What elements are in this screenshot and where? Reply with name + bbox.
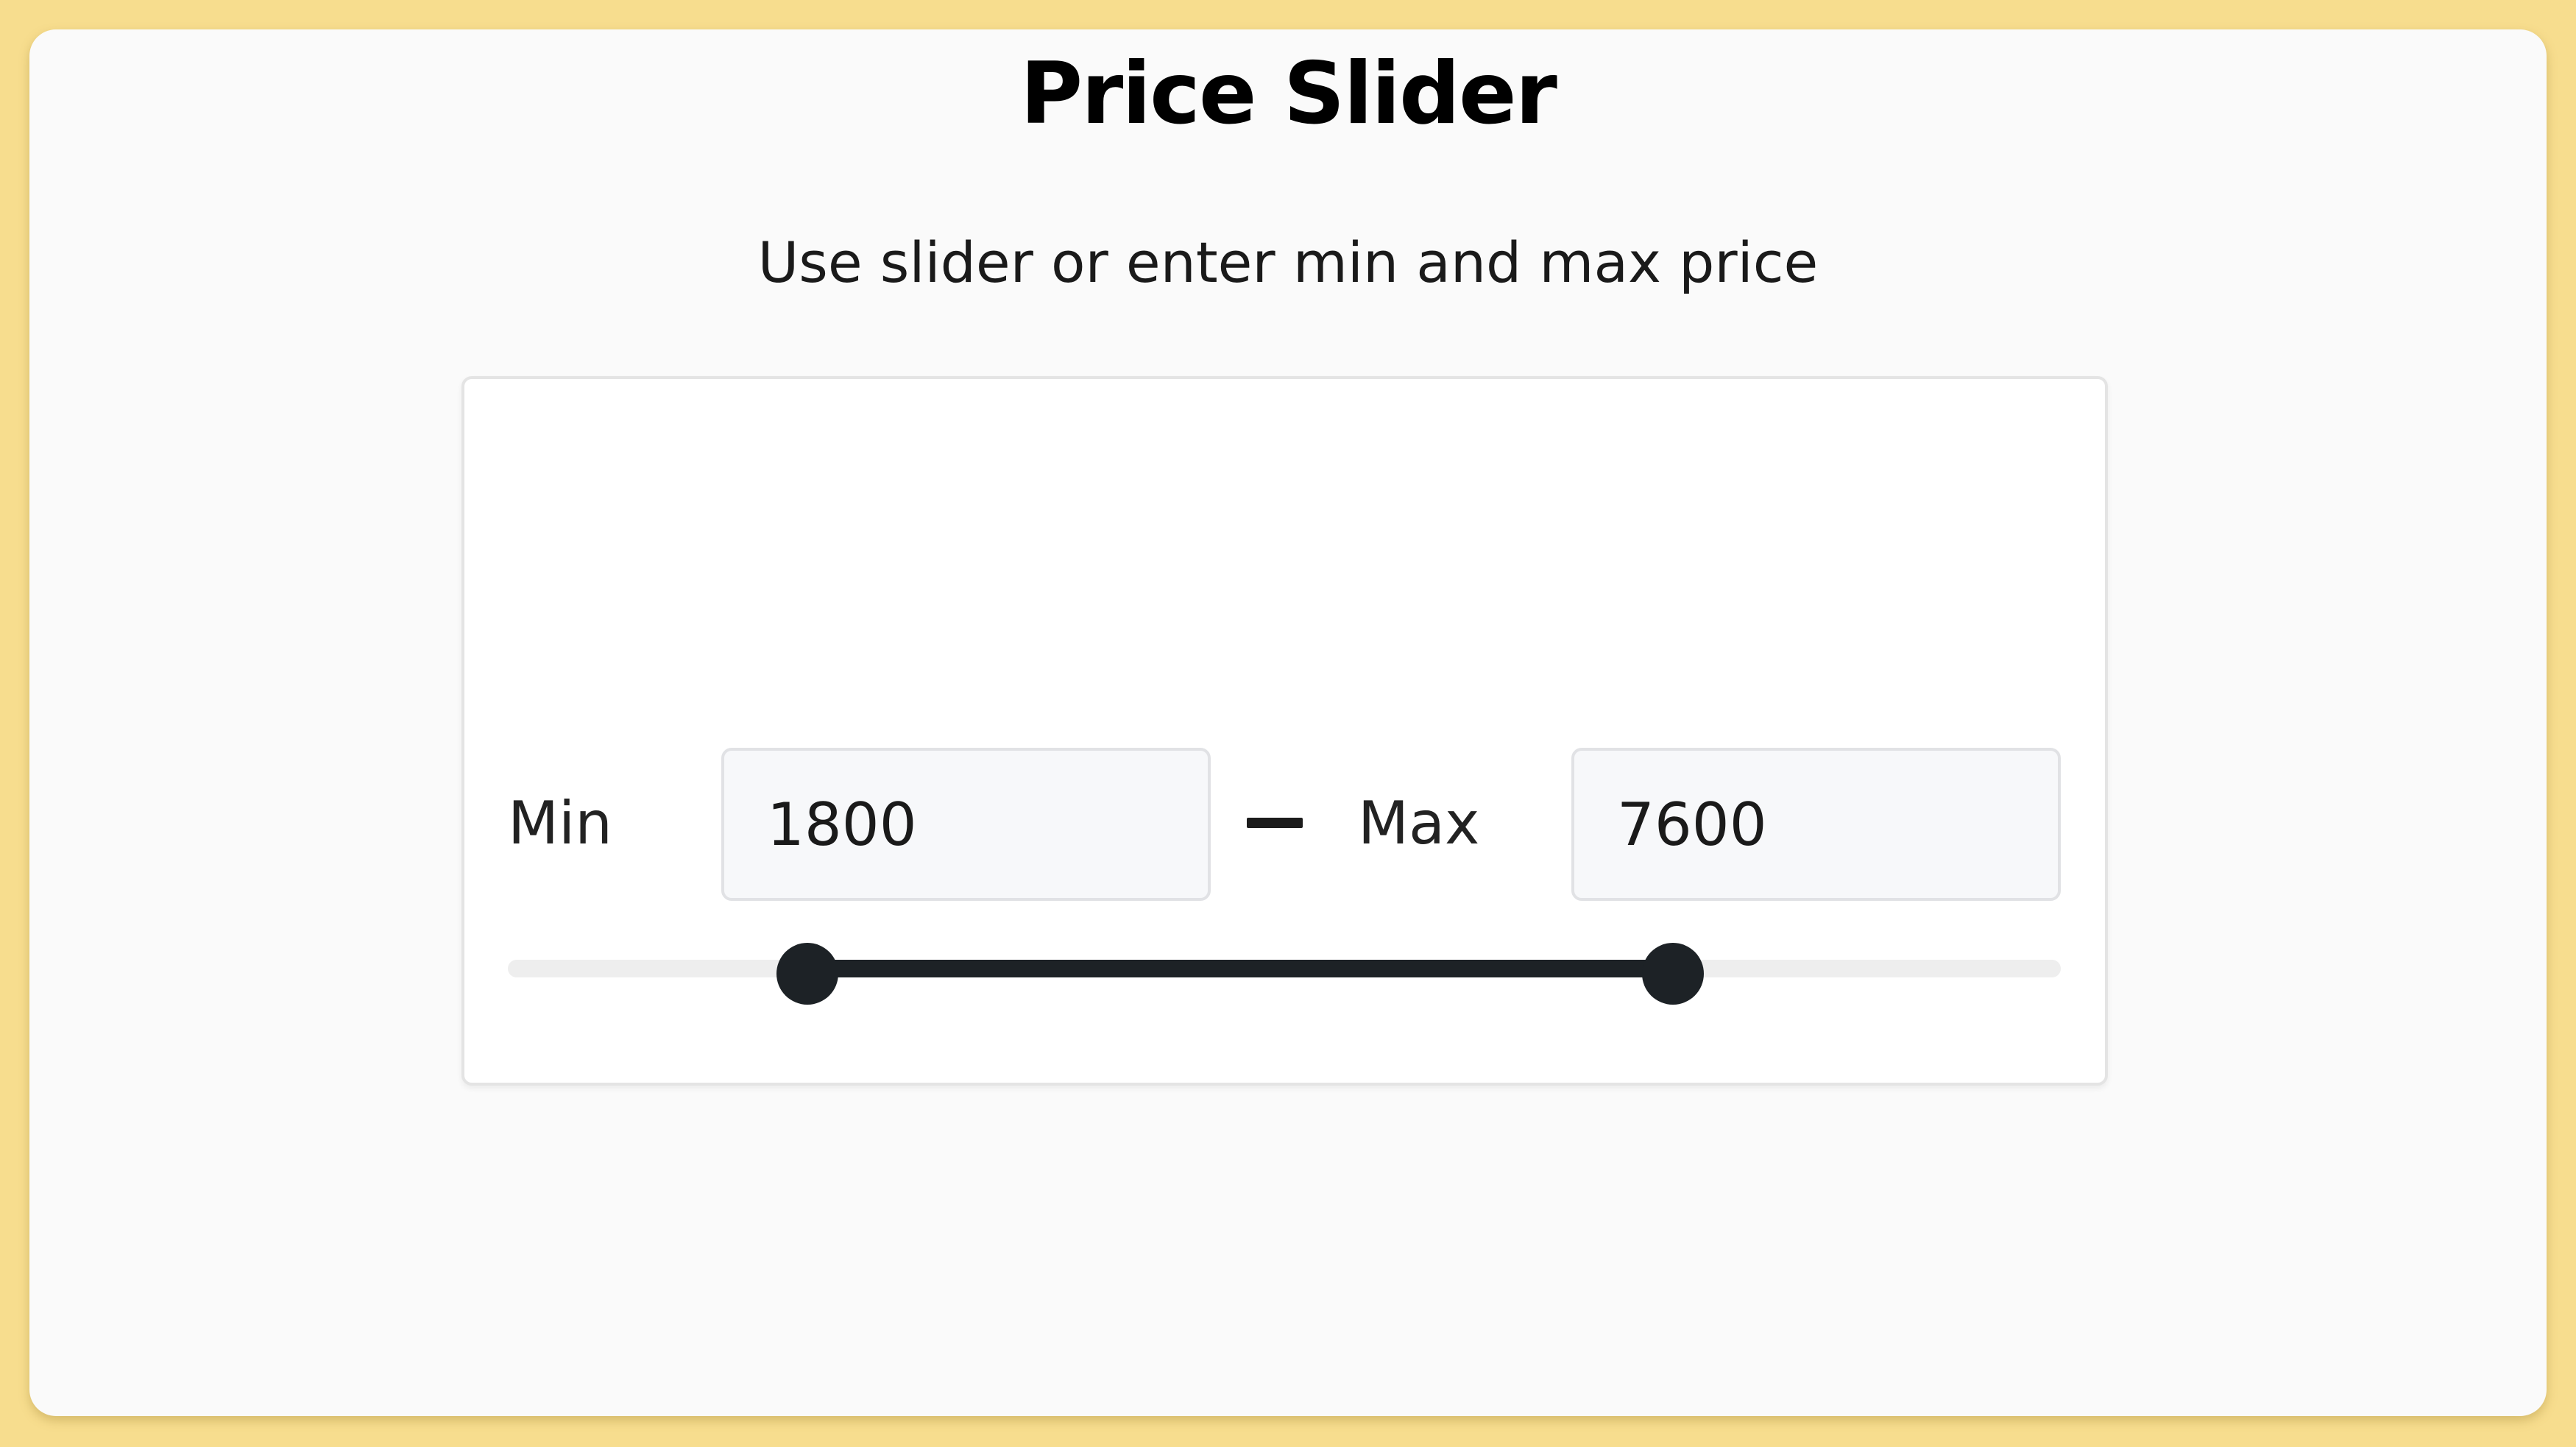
max-price-thumb[interactable] <box>1641 943 1704 1005</box>
min-price-thumb[interactable] <box>776 943 839 1005</box>
min-price-input[interactable] <box>721 748 1211 901</box>
price-slider-card <box>461 376 2108 1086</box>
instructions-text: Use slider or enter min and max price <box>757 230 1819 295</box>
max-label: Max <box>1358 789 1480 857</box>
dash-icon <box>1247 818 1303 828</box>
min-label: Min <box>508 789 612 857</box>
page-title: Price Slider <box>1020 44 1557 144</box>
max-price-input[interactable] <box>1571 748 2061 901</box>
slider-selected-range <box>807 960 1673 977</box>
